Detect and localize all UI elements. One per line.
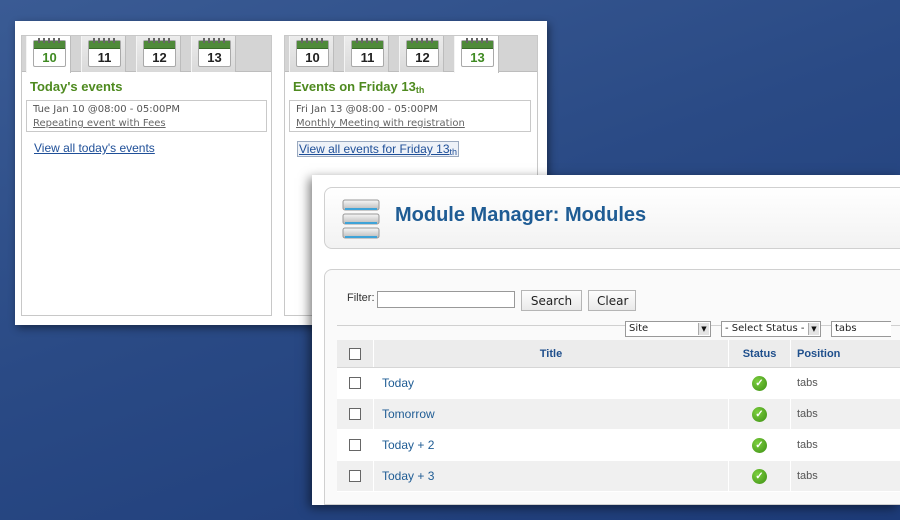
column-status[interactable]: Status	[743, 348, 777, 360]
row-checkbox[interactable]	[349, 408, 361, 420]
chevron-down-icon: ▼	[698, 323, 709, 335]
calendar-icon: 10	[33, 38, 66, 67]
calendar-icon: 12	[143, 38, 176, 67]
position-select-value: tabs	[835, 323, 857, 334]
event-link[interactable]: Repeating event with Fees	[33, 117, 260, 131]
published-check-icon[interactable]: ✓	[752, 375, 767, 391]
date-tab-11[interactable]: 11	[344, 36, 389, 72]
clear-button[interactable]: Clear	[588, 290, 636, 311]
chevron-down-icon: ▼	[808, 323, 819, 335]
calendar-icon: 11	[88, 38, 121, 67]
event-item: Fri Jan 13 @08:00 - 05:00PM Monthly Meet…	[289, 100, 531, 132]
published-check-icon[interactable]: ✓	[752, 437, 767, 453]
events-heading: Events on Friday 13th	[293, 79, 425, 95]
module-position: tabs	[797, 408, 818, 420]
published-check-icon[interactable]: ✓	[752, 468, 767, 484]
event-time: Tue Jan 10 @08:00 - 05:00PM	[33, 104, 181, 115]
table-row: Today + 2 ✓ tabs	[337, 430, 900, 461]
module-title-link[interactable]: Today + 3	[382, 469, 434, 483]
column-title[interactable]: Title	[540, 348, 562, 360]
module-manager-window: Module Manager: Modules Filter: Search C…	[312, 175, 900, 505]
events-panel-today: 10 11 12 13 Today's events Tue Jan 10 @0…	[21, 35, 272, 316]
site-select-value: Site	[629, 323, 649, 334]
table-header: Title Status Position	[337, 340, 900, 368]
modules-table: Title Status Position Today ✓ tabs Tomor…	[337, 340, 900, 492]
event-link[interactable]: Monthly Meeting with registration	[296, 117, 524, 131]
row-checkbox[interactable]	[349, 470, 361, 482]
date-tab-12[interactable]: 12	[136, 36, 181, 72]
module-stack-icon	[342, 199, 380, 239]
module-manager-header: Module Manager: Modules	[324, 187, 900, 249]
date-tab-11[interactable]: 11	[81, 36, 126, 72]
view-all-link[interactable]: View all today's events	[34, 141, 155, 155]
module-title-link[interactable]: Today + 2	[382, 438, 434, 452]
ordinal-suffix: th	[449, 147, 458, 157]
calendar-icon: 10	[296, 38, 329, 67]
select-all-checkbox[interactable]	[349, 347, 361, 360]
calendar-icon: 13	[198, 38, 231, 67]
date-tab-10[interactable]: 10	[289, 36, 334, 72]
events-heading: Today's events	[30, 79, 123, 94]
calendar-icon: 12	[406, 38, 439, 67]
ordinal-suffix: th	[415, 85, 425, 95]
site-select[interactable]: Site ▼	[625, 321, 711, 337]
row-checkbox[interactable]	[349, 439, 361, 451]
events-heading-text: Events on Friday 13	[293, 79, 416, 94]
module-title-link[interactable]: Tomorrow	[382, 407, 435, 421]
date-tab-13[interactable]: 13	[191, 36, 236, 72]
date-tabs: 10 11 12 13	[285, 36, 537, 73]
module-position: tabs	[797, 470, 818, 482]
module-position: tabs	[797, 439, 818, 451]
table-row: Today + 3 ✓ tabs	[337, 461, 900, 492]
status-select-value: - Select Status -	[725, 323, 805, 334]
event-time: Fri Jan 13 @08:00 - 05:00PM	[296, 104, 438, 115]
date-tabs: 10 11 12 13	[22, 36, 271, 73]
calendar-icon: 13	[461, 38, 494, 67]
date-tab-10[interactable]: 10	[26, 36, 71, 73]
row-checkbox[interactable]	[349, 377, 361, 389]
page-title: Module Manager: Modules	[395, 204, 647, 226]
view-all-text: View all events for Friday 13	[299, 142, 450, 156]
module-title-link[interactable]: Today	[382, 376, 414, 390]
published-check-icon[interactable]: ✓	[752, 406, 767, 422]
filter-label: Filter:	[347, 292, 375, 304]
view-all-link[interactable]: View all events for Friday 13th	[297, 141, 460, 157]
column-position[interactable]: Position	[797, 348, 840, 360]
status-select[interactable]: - Select Status - ▼	[721, 321, 821, 337]
date-tab-13[interactable]: 13	[454, 36, 499, 73]
filter-input[interactable]	[377, 291, 515, 308]
table-row: Tomorrow ✓ tabs	[337, 399, 900, 430]
date-tab-12[interactable]: 12	[399, 36, 444, 72]
table-row: Today ✓ tabs	[337, 368, 900, 399]
position-select[interactable]: tabs	[831, 321, 891, 337]
event-item: Tue Jan 10 @08:00 - 05:00PM Repeating ev…	[26, 100, 267, 132]
calendar-icon: 11	[351, 38, 384, 67]
module-list-panel: Filter: Search Clear Site ▼ - Select Stat…	[324, 269, 900, 505]
search-button[interactable]: Search	[521, 290, 582, 311]
module-position: tabs	[797, 377, 818, 389]
